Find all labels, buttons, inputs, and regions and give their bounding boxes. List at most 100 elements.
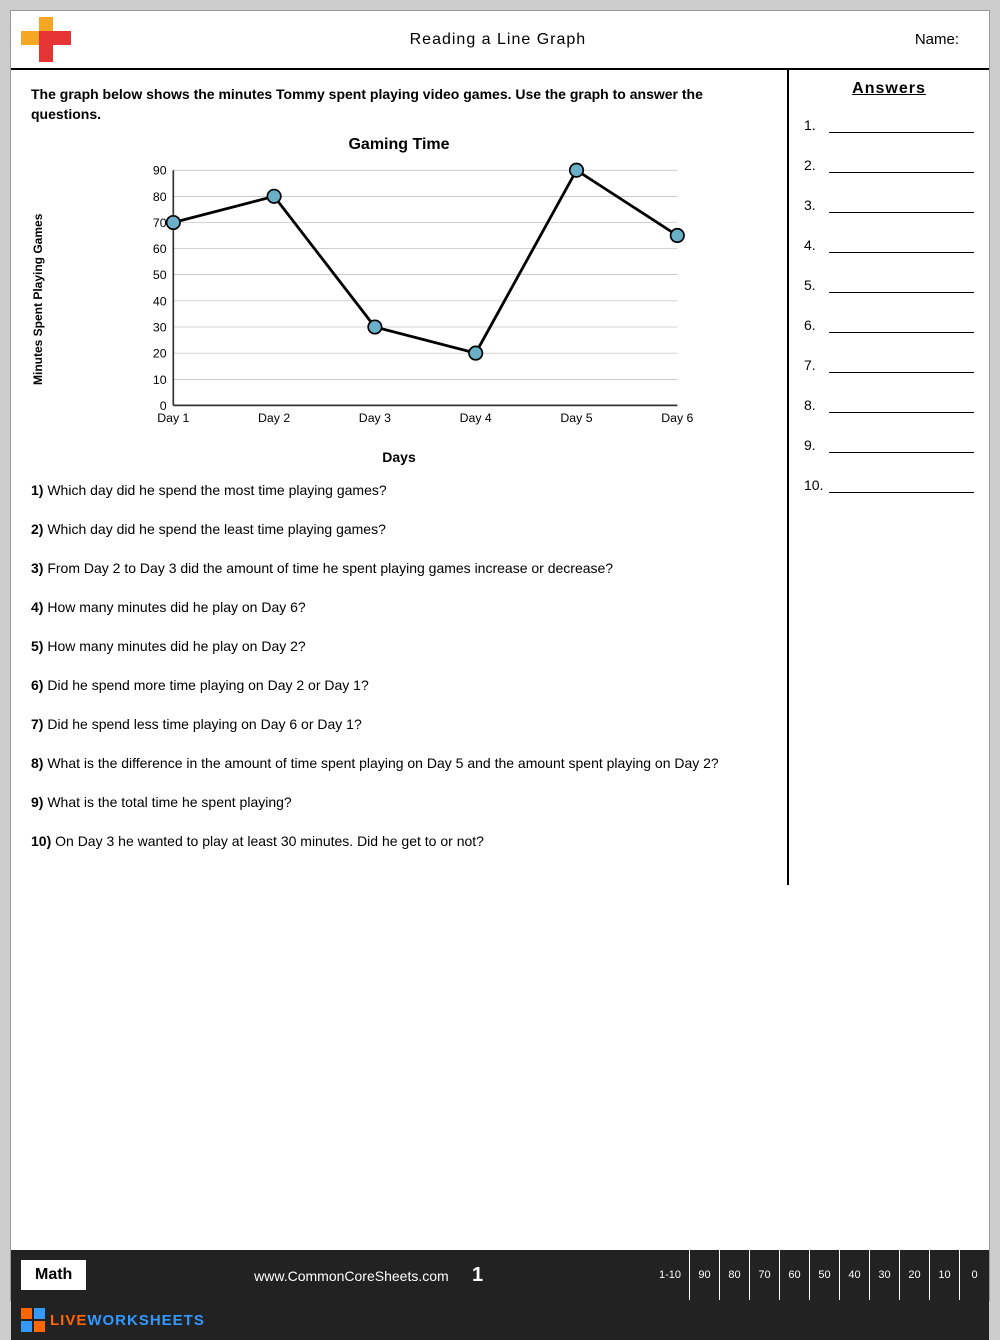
intro-text: The graph below shows the minutes Tommy …	[31, 85, 767, 124]
liveworksheets-bar: LIVEWORKSHEETS	[11, 1300, 989, 1340]
answer-num: 8.	[804, 397, 829, 413]
lw-logo: LIVEWORKSHEETS	[21, 1308, 205, 1332]
chart-title: Gaming Time	[31, 136, 767, 154]
answer-num: 1.	[804, 117, 829, 133]
svg-text:90: 90	[153, 164, 167, 178]
score-cell: 30	[869, 1250, 899, 1300]
question-num: 2)	[31, 521, 43, 537]
score-cell: 20	[899, 1250, 929, 1300]
svg-text:Day 6: Day 6	[661, 411, 693, 425]
score-cell: 60	[779, 1250, 809, 1300]
score-cells: 9080706050403020100	[689, 1250, 989, 1300]
footer-page: 1	[472, 1264, 483, 1286]
answer-blank[interactable]	[829, 313, 974, 333]
questions-list: 1) Which day did he spend the most time …	[31, 480, 767, 852]
score-cell: 40	[839, 1250, 869, 1300]
answers-container: 1. 2. 3. 4. 5. 6. 7. 8. 9. 10.	[804, 113, 974, 493]
score-cell: 90	[689, 1250, 719, 1300]
score-cell: 70	[749, 1250, 779, 1300]
question-num: 5)	[31, 638, 43, 654]
question-num: 1)	[31, 482, 43, 498]
answer-line-1: 1.	[804, 113, 974, 133]
footer: Math www.CommonCoreSheets.com 1 1-10 908…	[11, 1250, 989, 1300]
question-num: 7)	[31, 716, 43, 732]
svg-text:Day 5: Day 5	[560, 411, 592, 425]
footer-subject: Math	[35, 1266, 72, 1283]
answer-num: 9.	[804, 437, 829, 453]
question-num: 10)	[31, 833, 51, 849]
score-range-label: 1-10	[651, 1250, 689, 1300]
question-item-4: 4) How many minutes did he play on Day 6…	[31, 597, 767, 618]
svg-text:70: 70	[153, 216, 167, 230]
question-text: How many minutes did he play on Day 2?	[47, 638, 305, 654]
answer-line-5: 5.	[804, 273, 974, 293]
answer-line-9: 9.	[804, 433, 974, 453]
question-text: On Day 3 he wanted to play at least 30 m…	[55, 833, 484, 849]
answer-line-7: 7.	[804, 353, 974, 373]
answer-blank[interactable]	[829, 393, 974, 413]
lw-icon	[21, 1308, 45, 1332]
question-text: Did he spend more time playing on Day 2 …	[47, 677, 368, 693]
svg-text:Day 3: Day 3	[359, 411, 391, 425]
answer-blank[interactable]	[829, 193, 974, 213]
lw-text-blue: WORKSHEETS	[87, 1312, 205, 1329]
svg-text:Day 4: Day 4	[460, 411, 492, 425]
y-axis-label: Minutes Spent Playing Games	[31, 159, 45, 439]
answer-line-6: 6.	[804, 313, 974, 333]
svg-text:10: 10	[153, 373, 167, 387]
question-item-6: 6) Did he spend more time playing on Day…	[31, 675, 767, 696]
header-title: Reading a Line Graph	[81, 31, 915, 49]
question-text: From Day 2 to Day 3 did the amount of ti…	[47, 560, 613, 576]
answer-blank[interactable]	[829, 273, 974, 293]
line-chart-svg: 90 80 70 60 50 40 30 20 10 0 Day 1 Day 2…	[50, 159, 767, 439]
answer-line-3: 3.	[804, 193, 974, 213]
question-text: What is the difference in the amount of …	[47, 755, 718, 771]
svg-text:30: 30	[153, 321, 167, 335]
logo-icon	[21, 17, 71, 62]
answer-line-2: 2.	[804, 153, 974, 173]
right-panel: Answers 1. 2. 3. 4. 5. 6. 7. 8. 9. 10.	[789, 70, 989, 885]
answer-blank[interactable]	[829, 353, 974, 373]
chart-container: Minutes Spent Playing Games	[31, 159, 767, 439]
score-cell: 50	[809, 1250, 839, 1300]
answer-blank[interactable]	[829, 433, 974, 453]
svg-text:50: 50	[153, 268, 167, 282]
question-num: 3)	[31, 560, 43, 576]
question-text: Did he spend less time playing on Day 6 …	[47, 716, 361, 732]
answer-blank[interactable]	[829, 153, 974, 173]
header-name-label: Name:	[915, 31, 959, 48]
footer-center: www.CommonCoreSheets.com 1	[86, 1264, 651, 1287]
answer-num: 5.	[804, 277, 829, 293]
footer-scores: 1-10 9080706050403020100	[651, 1250, 989, 1300]
answer-num: 2.	[804, 157, 829, 173]
answer-blank[interactable]	[829, 113, 974, 133]
score-cell: 0	[959, 1250, 989, 1300]
answer-num: 6.	[804, 317, 829, 333]
answer-line-8: 8.	[804, 393, 974, 413]
question-item-1: 1) Which day did he spend the most time …	[31, 480, 767, 501]
question-num: 4)	[31, 599, 43, 615]
svg-text:Day 1: Day 1	[157, 411, 189, 425]
answers-title: Answers	[804, 80, 974, 98]
question-item-3: 3) From Day 2 to Day 3 did the amount of…	[31, 558, 767, 579]
question-num: 8)	[31, 755, 43, 771]
question-text: How many minutes did he play on Day 6?	[47, 599, 305, 615]
question-num: 6)	[31, 677, 43, 693]
answer-blank[interactable]	[829, 233, 974, 253]
answer-line-10: 10.	[804, 473, 974, 493]
left-panel: The graph below shows the minutes Tommy …	[11, 70, 789, 885]
score-cell: 10	[929, 1250, 959, 1300]
lw-text: LIVEWORKSHEETS	[50, 1312, 205, 1329]
question-item-2: 2) Which day did he spend the least time…	[31, 519, 767, 540]
question-item-7: 7) Did he spend less time playing on Day…	[31, 714, 767, 735]
question-num: 9)	[31, 794, 43, 810]
svg-text:40: 40	[153, 295, 167, 309]
question-text: Which day did he spend the most time pla…	[47, 482, 386, 498]
question-item-8: 8) What is the difference in the amount …	[31, 753, 767, 774]
question-item-9: 9) What is the total time he spent playi…	[31, 792, 767, 813]
answer-num: 10.	[804, 477, 829, 493]
answer-blank[interactable]	[829, 473, 974, 493]
main-content: The graph below shows the minutes Tommy …	[11, 70, 989, 885]
answer-line-4: 4.	[804, 233, 974, 253]
footer-website: www.CommonCoreSheets.com	[254, 1268, 449, 1284]
